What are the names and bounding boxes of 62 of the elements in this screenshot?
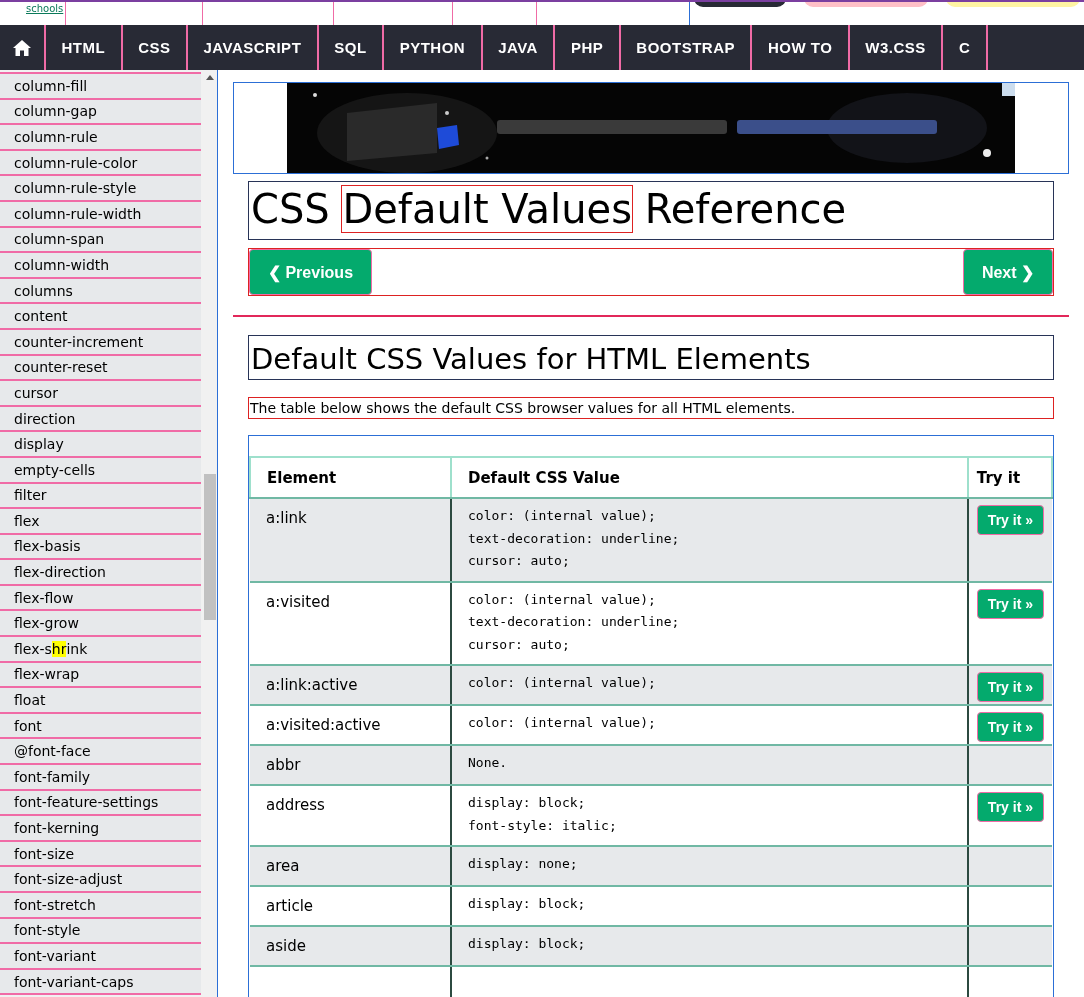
sidebar-link[interactable]: column-fill (0, 74, 201, 100)
table-cell: color: (internal value); text-decoration: underline; cursor: auto; (451, 498, 968, 582)
sidebar-link[interactable]: counter-reset (0, 355, 201, 382)
nav-link[interactable]: PHP (555, 25, 621, 70)
section-heading: Default CSS Values for HTML Elements (248, 335, 1054, 380)
nav-link[interactable]: W3.CSS (849, 25, 944, 70)
sidebar-link[interactable]: column-span (0, 227, 201, 254)
sidebar-link[interactable]: flex (0, 509, 201, 535)
table-cell: a:link (250, 498, 451, 582)
sidebar-link[interactable]: empty-cells (0, 457, 201, 484)
sidebar-link[interactable]: font-family (0, 765, 201, 791)
table-cell: area (250, 846, 451, 886)
sidebar-link[interactable]: float (0, 688, 201, 714)
sidebar-link[interactable]: flex-direction (0, 560, 201, 586)
intro-text: The table below shows the default CSS browser values for all HTML elements. (248, 397, 1054, 419)
table-cell: abbr (250, 745, 451, 785)
sidebar-link[interactable]: font-size (0, 841, 201, 868)
sidebar-link[interactable]: @font-face (0, 739, 201, 766)
nav-link[interactable]: JAVA (482, 25, 556, 70)
sidebar-link[interactable]: font-stretch (0, 893, 201, 919)
nav-link[interactable]: PYTHON (384, 25, 483, 70)
sidebar-link[interactable]: flex-grow (0, 611, 201, 638)
home-icon (12, 38, 32, 57)
sidebar-link[interactable]: column-rule (0, 125, 201, 151)
sidebar-link[interactable]: flex-wrap (0, 662, 201, 689)
nav-link[interactable]: C (943, 25, 988, 70)
table-cell: color: (internal value); (451, 665, 968, 705)
sidebar-link[interactable]: content (0, 304, 201, 330)
nav-link[interactable]: SQL (318, 25, 385, 70)
sidebar-link[interactable]: font-variant-caps (0, 969, 201, 996)
sidebar-link[interactable]: font-feature-settings (0, 790, 201, 817)
sidebar-link[interactable]: direction (0, 406, 201, 433)
sidebar-link[interactable]: column-rule-width (0, 201, 201, 228)
table-cell: None. (451, 745, 968, 785)
nav-link[interactable]: HOW TO (752, 25, 850, 70)
column-header: Default CSS Value (451, 457, 968, 498)
sidebar-link[interactable]: counter-increment (0, 329, 201, 356)
table-cell: a:link:active (250, 665, 451, 705)
sidebar-link[interactable]: flex-basis (0, 534, 201, 561)
sidebar-link[interactable]: font-size-adjust (0, 867, 201, 893)
sidebar-link[interactable]: column-rule-color (0, 150, 201, 177)
sidebar-link[interactable]: columns (0, 278, 201, 305)
sidebar-link[interactable]: font-variant (0, 944, 201, 970)
sidebar-link[interactable]: font-kerning (0, 816, 201, 842)
table-cell: display: block; (451, 926, 968, 966)
table-cell: display: none; (451, 846, 968, 886)
scrollbar-thumb[interactable] (204, 474, 216, 620)
sidebar-link[interactable]: display (0, 432, 201, 458)
table-cell: aside (250, 926, 451, 966)
sidebar-link[interactable]: column-width (0, 253, 201, 279)
page-title: CSS Default Values Reference (250, 185, 848, 234)
sidebar-link[interactable]: column-gap (0, 99, 201, 126)
sidebar-link[interactable]: font (0, 713, 201, 740)
sidebar-link[interactable]: cursor (0, 381, 201, 407)
sidebar-link[interactable]: column-rule-style (0, 176, 201, 202)
column-header: Element (250, 457, 451, 498)
logo-text[interactable]: schools (25, 3, 65, 15)
sidebar-link[interactable]: font-style (0, 918, 201, 945)
sidebar-link[interactable]: filter (0, 483, 201, 510)
sidebar-link[interactable]: flex-flow (0, 585, 201, 612)
scroll-up-arrow-icon[interactable] (206, 75, 214, 80)
nav-link[interactable]: BOOTSTRAP (620, 25, 753, 70)
